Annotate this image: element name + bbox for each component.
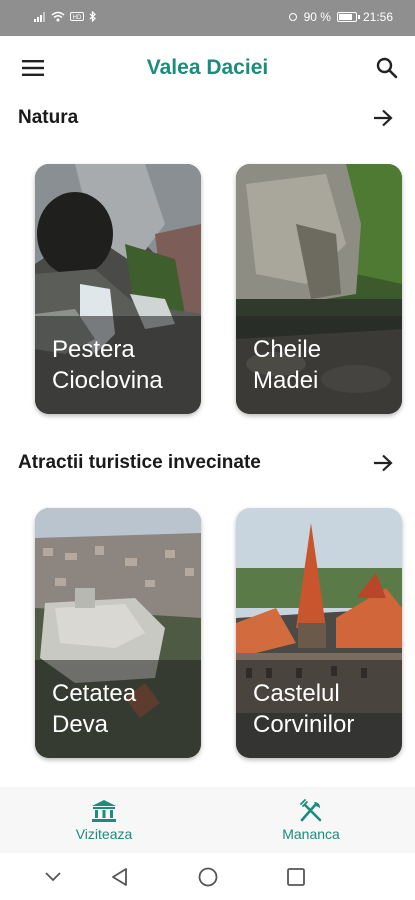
section-title: Natura [18,107,79,128]
back-button[interactable] [105,863,135,891]
card-title-line: Deva [52,711,109,738]
nav-item-mananca[interactable]: Mananca [241,787,381,853]
card-title-line: Cheile [253,336,322,363]
card-title: Cheile Madei [253,334,394,396]
section-header-atractii: Atractii turistice invecinate [18,448,398,478]
nav-item-viziteaza[interactable]: Viziteaza [34,787,174,853]
wifi-icon [51,11,65,22]
search-icon [376,57,398,79]
card-title: Pestera Cioclovina [52,334,193,396]
card-title-line: Corvinilor [253,711,355,738]
chevron-down-icon [45,872,61,882]
card-title-line: Cioclovina [52,367,163,394]
card-title-line: Cetatea [52,680,137,707]
card-title-line: Pestera [52,336,135,363]
card-title-line: Castelul [253,680,340,707]
arrow-right-icon [374,109,393,127]
app-title: Valea Daciei [146,56,269,79]
battery-icon [336,12,360,22]
card-cetatea-deva[interactable]: Cetatea Deva [35,508,201,758]
app-bar: Valea Daciei [0,36,415,100]
status-icons-right: 90 % 21:56 [288,10,393,24]
card-cheile-madei[interactable]: Cheile Madei [236,164,402,414]
svg-text:HD: HD [73,15,82,21]
card-castelul-corvinilor[interactable]: Castelul Corvinilor [236,508,402,758]
back-icon [112,868,127,886]
status-bar: HD 90 % 21:56 [0,0,415,36]
alarm-icon [288,13,297,21]
nav-label: Viziteaza [75,825,133,842]
hd-icon: HD [70,12,84,21]
search-button[interactable] [367,48,407,88]
signal-icon [34,11,45,22]
nav-label: Mananca [282,825,340,842]
home-button[interactable] [193,863,223,891]
see-all-natura-button[interactable] [368,103,398,133]
status-icons-left: HD [34,11,97,22]
card-title: Cetatea Deva [52,678,193,740]
battery-percent: 90 % [303,10,331,24]
arrow-right-icon [374,454,393,472]
card-title-line: Madei [253,367,319,394]
museum-icon [92,799,116,822]
section-header-natura: Natura [18,103,398,133]
see-all-atractii-button[interactable] [368,448,398,478]
card-title: Castelul Corvinilor [253,678,394,740]
hide-nav-button[interactable] [38,863,68,891]
system-navigation-bar [0,853,415,900]
section-title: Atractii turistice invecinate [18,452,261,473]
recents-icon [287,868,305,886]
restaurant-icon [300,798,322,821]
card-pestera-cioclovina[interactable]: Pestera Cioclovina [35,164,201,414]
bluetooth-icon [89,11,96,22]
clock: 21:56 [362,10,393,24]
recents-button[interactable] [281,863,311,891]
bottom-navigation: Viziteaza Mananca [0,787,415,853]
home-icon [198,867,218,887]
